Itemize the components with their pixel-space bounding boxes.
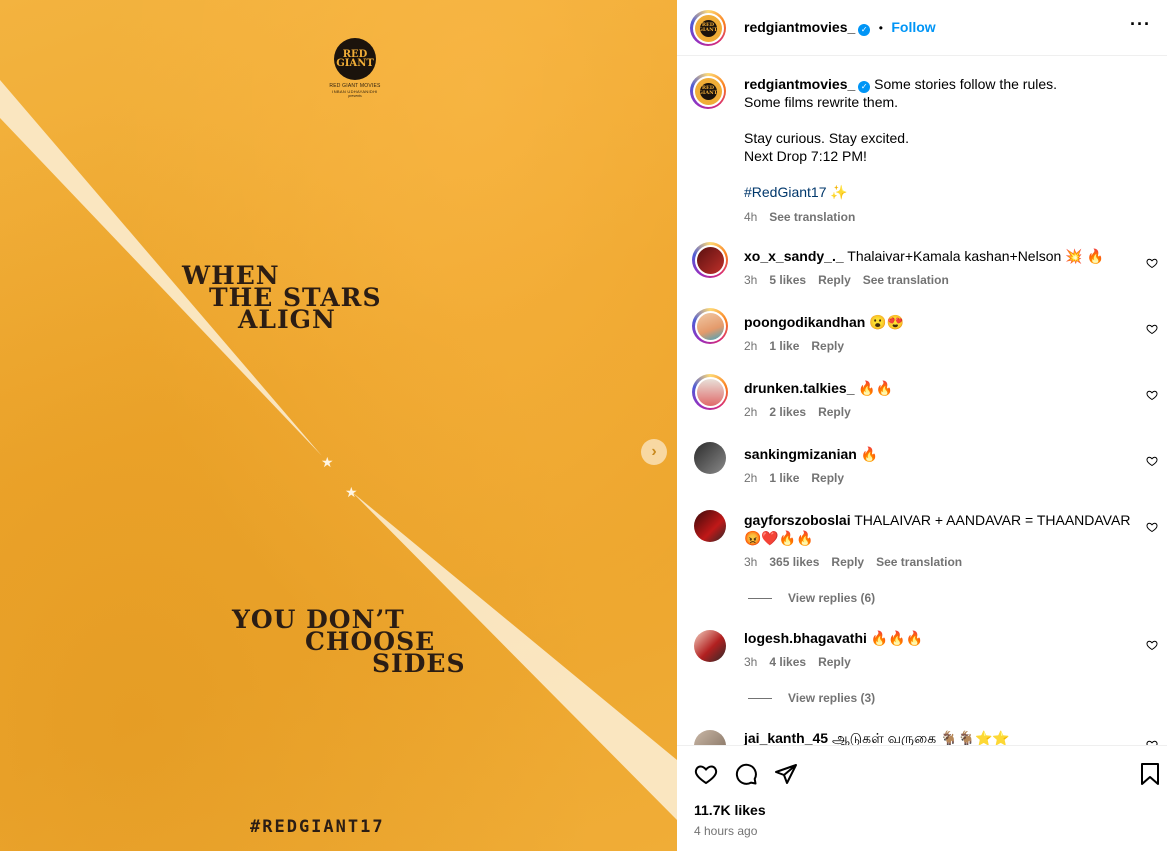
headline-1-line-3: ALIGN [238,305,336,334]
comment-text: 🔥🔥 [858,380,894,396]
comment-time: 2h [744,471,758,485]
posted-time: 4 hours ago [694,824,758,838]
caption-time: 4h [744,210,758,224]
comment-text: ஆடுகள் வருகை 🐐🐐⭐⭐ [831,730,1010,745]
comment-username[interactable]: gayforszoboslai [744,512,851,528]
more-options-icon[interactable]: ··· [1130,14,1151,35]
comment-username[interactable]: drunken.talkies_ [744,380,855,396]
comment-icon[interactable] [734,762,758,786]
reply-button[interactable]: Reply [818,273,851,287]
comment-username[interactable]: sankingmizanian [744,446,857,462]
comment-avatar[interactable] [694,510,726,542]
reply-button[interactable]: Reply [831,555,864,569]
svg-text:★: ★ [345,484,358,500]
view-replies-button[interactable]: View replies (3) [748,691,875,705]
instagram-post-modal: ★ ★ RED GIANT RED GIANT MOVIES INBAN UDH… [0,0,1167,852]
post-actions-bar: 11.7K likes 4 hours ago [677,745,1167,852]
like-comment-heart-icon[interactable] [1146,323,1158,335]
verified-badge-icon: ✓ [858,81,871,93]
comment-username[interactable]: jai_kanth_45 [744,730,828,745]
comment-username[interactable]: xo_x_sandy_._ [744,248,844,264]
light-beam-graphic: ★ ★ [0,80,677,820]
comment-text: THALAIVAR + AANDAVAR = THAANDAVAR [854,512,1131,528]
share-icon[interactable] [774,762,798,786]
comment-likes[interactable]: 1 like [769,339,799,353]
caption-line-4: Next Drop 7:12 PM! [744,148,867,164]
header-username[interactable]: redgiantmovies_ [744,19,855,35]
comments-list[interactable]: xo_x_sandy_._ Thalaivar+Kamala kashan+Ne… [677,242,1167,745]
see-translation-button[interactable]: See translation [876,555,962,569]
comment-likes[interactable]: 5 likes [769,273,806,287]
headline-2-line-3: SIDES [372,649,466,678]
comment-likes[interactable]: 4 likes [769,655,806,669]
comment-time: 2h [744,405,758,419]
comment-text-extra: 😡❤️🔥🔥 [744,530,814,546]
heart-icon[interactable] [694,762,718,786]
comment-text: 😮😍 [869,314,905,330]
comment-likes[interactable]: 1 like [769,471,799,485]
caption-username[interactable]: redgiantmovies_ [744,76,855,92]
comment-avatar[interactable] [694,630,726,662]
post-image[interactable]: ★ ★ RED GIANT RED GIANT MOVIES INBAN UDH… [0,0,677,851]
comment-avatar[interactable] [692,242,728,278]
post-sidebar: RED GIANT redgiantmovies_ ✓ • Follow ··· R… [677,0,1167,852]
header-avatar[interactable]: RED GIANT [690,10,726,46]
comment-time: 3h [744,655,758,669]
comment-time: 2h [744,339,758,353]
likes-count[interactable]: 11.7K likes [694,802,766,818]
chevron-right-icon: › [651,443,657,460]
comment-likes[interactable]: 365 likes [769,555,819,569]
red-giant-logo: RED GIANT RED GIANT MOVIES INBAN UDHAYAN… [322,38,388,98]
bookmark-icon[interactable] [1140,762,1160,786]
verified-badge-icon: ✓ [858,24,871,36]
separator-dot: • [878,21,883,35]
caption-line-2: Some films rewrite them. [744,94,899,110]
comment-text: 🔥🔥🔥 [870,630,924,646]
reply-button[interactable]: Reply [818,655,851,669]
comment-username[interactable]: logesh.bhagavathi [744,630,867,646]
caption-line-3: Stay curious. Stay excited. [744,130,909,146]
like-comment-heart-icon[interactable] [1146,639,1158,651]
comment-avatar[interactable] [694,730,726,745]
comment-avatar[interactable] [694,442,726,474]
comment-likes[interactable]: 2 likes [769,405,806,419]
see-translation-button[interactable]: See translation [863,273,949,287]
reply-button[interactable]: Reply [818,405,851,419]
comment-text: 🔥 [860,446,879,462]
caption-hashtag-link[interactable]: #RedGiant17 [744,184,827,200]
reply-button[interactable]: Reply [811,471,844,485]
comment-time: 3h [744,555,758,569]
comment-avatar[interactable] [692,308,728,344]
like-comment-heart-icon[interactable] [1146,521,1158,533]
comment-avatar[interactable] [692,374,728,410]
follow-button[interactable]: Follow [891,19,935,35]
like-comment-heart-icon[interactable] [1146,389,1158,401]
comment-time: 3h [744,273,758,287]
caption-avatar[interactable]: RED GIANT [690,73,726,109]
view-replies-button[interactable]: View replies (6) [748,591,875,605]
svg-text:★: ★ [321,454,334,470]
reply-button[interactable]: Reply [811,339,844,353]
next-slide-button[interactable]: › [641,439,667,465]
like-comment-heart-icon[interactable] [1146,455,1158,467]
comment-username[interactable]: poongodikandhan [744,314,865,330]
post-header: RED GIANT redgiantmovies_ ✓ • Follow ··· [677,0,1167,56]
logo-presents: presents [348,94,362,98]
comment-text: Thalaivar+Kamala kashan+Nelson 💥 🔥 [847,248,1104,264]
poster-hashtag: #REDGIANT17 [250,817,385,837]
caption-see-translation[interactable]: See translation [769,210,855,224]
like-comment-heart-icon[interactable] [1146,257,1158,269]
caption-line-1: Some stories follow the rules. [874,76,1058,92]
sparkle-emoji: ✨ [830,184,848,200]
